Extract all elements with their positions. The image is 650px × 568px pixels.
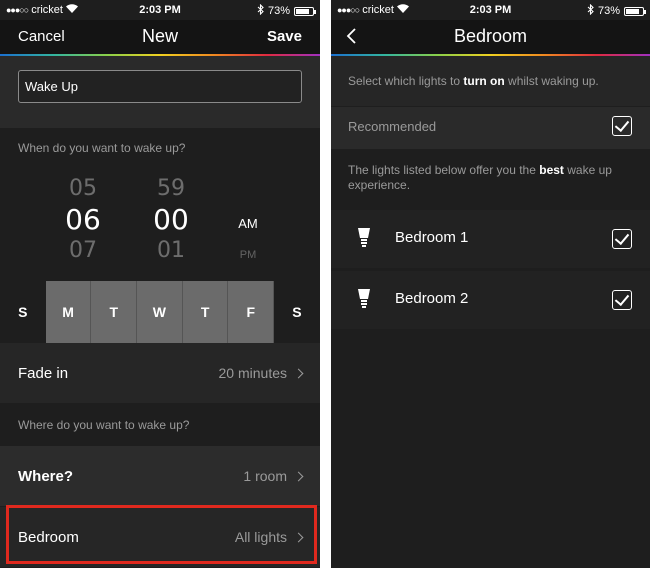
day-thursday[interactable]: T — [182, 281, 229, 343]
recommended-label: Recommended — [348, 119, 437, 134]
where-value-group: 1 room — [243, 468, 304, 484]
alarm-name-input[interactable] — [18, 70, 302, 103]
day-friday[interactable]: F — [228, 281, 275, 343]
pm-option[interactable]: PM — [228, 249, 268, 261]
new-alarm-screen: ●●●○○ cricket 2:03 PM 73% Cancel New Sav… — [0, 0, 320, 568]
day-saturday[interactable]: S — [274, 281, 320, 343]
fade-in-label: Fade in — [18, 364, 69, 382]
light-row-bedroom-1[interactable]: Bedroom 1 — [331, 210, 650, 268]
light-checkbox[interactable] — [612, 229, 632, 249]
bluetooth-icon — [587, 3, 594, 18]
time-picker[interactable]: 05 06 07 59 00 01 AM PM — [0, 176, 320, 268]
instruction-post: whilst waking up. — [504, 74, 599, 88]
instruction-bold: turn on — [463, 74, 505, 88]
where-label: Where? — [18, 467, 74, 485]
battery-icon — [624, 6, 646, 16]
light-name: Bedroom 2 — [395, 290, 469, 307]
weekday-selector: S M T W T F S — [0, 281, 320, 343]
time-question-label: When do you want to wake up? — [18, 141, 186, 155]
hour-picker[interactable]: 05 06 07 — [58, 176, 108, 264]
instruction-pre: Select which lights to — [348, 74, 464, 88]
am-option[interactable]: AM — [228, 216, 268, 231]
light-row-bedroom-2[interactable]: Bedroom 2 — [331, 271, 650, 329]
page-title: Bedroom — [453, 26, 528, 46]
recommended-row[interactable]: Recommended — [331, 107, 650, 149]
best-note-text: The lights listed below offer you the be… — [348, 163, 636, 193]
minute-prev: 59 — [157, 176, 185, 201]
battery-percent: 73% — [597, 5, 620, 17]
chevron-right-icon — [293, 471, 304, 481]
recommended-checkbox[interactable] — [612, 116, 632, 136]
day-wednesday[interactable]: W — [137, 281, 183, 343]
fade-in-value: 20 minutes — [218, 365, 287, 381]
chevron-right-icon — [293, 368, 304, 378]
light-name: Bedroom 1 — [395, 229, 469, 246]
name-section — [0, 56, 320, 128]
highlight-box — [6, 505, 317, 564]
nav-bar: Bedroom — [331, 20, 650, 54]
minute-current: 00 — [153, 203, 189, 236]
day-monday[interactable]: M — [45, 281, 92, 343]
hour-current: 06 — [65, 203, 101, 236]
nav-bar: Cancel New Save — [0, 20, 320, 54]
battery-icon — [294, 6, 316, 16]
fade-in-row[interactable]: Fade in 20 minutes — [0, 343, 320, 403]
where-value: 1 room — [243, 468, 287, 484]
minute-picker[interactable]: 59 00 01 — [146, 176, 196, 264]
status-right: 73% — [587, 3, 646, 18]
note-pre: The lights listed below offer you the — [348, 163, 540, 177]
hour-next: 07 — [69, 238, 97, 263]
light-checkbox[interactable] — [612, 290, 632, 310]
fade-in-value-group: 20 minutes — [218, 365, 304, 381]
note-bold: best — [539, 163, 564, 177]
day-tuesday[interactable]: T — [91, 281, 138, 343]
instruction-band: Select which lights to turn on whilst wa… — [331, 56, 650, 106]
instruction-text: Select which lights to turn on whilst wa… — [348, 74, 599, 89]
bulb-icon — [358, 289, 370, 308]
status-bar: ●●●○○ cricket 2:03 PM 73% — [0, 0, 320, 20]
day-sunday[interactable]: S — [0, 281, 46, 343]
status-bar: ●●●○○ cricket 2:03 PM 73% — [331, 0, 650, 20]
bluetooth-icon — [257, 3, 264, 18]
battery-percent: 73% — [267, 5, 290, 17]
minute-next: 01 — [157, 238, 185, 263]
place-question-label: Where do you want to wake up? — [18, 418, 190, 432]
save-button[interactable]: Save — [267, 28, 302, 45]
hour-prev: 05 — [69, 176, 97, 201]
status-right: 73% — [257, 3, 316, 18]
bulb-icon — [358, 228, 370, 247]
where-row[interactable]: Where? 1 room — [0, 446, 320, 506]
bedroom-lights-screen: ●●●○○ cricket 2:03 PM 73% Bedroom Select… — [331, 0, 650, 568]
